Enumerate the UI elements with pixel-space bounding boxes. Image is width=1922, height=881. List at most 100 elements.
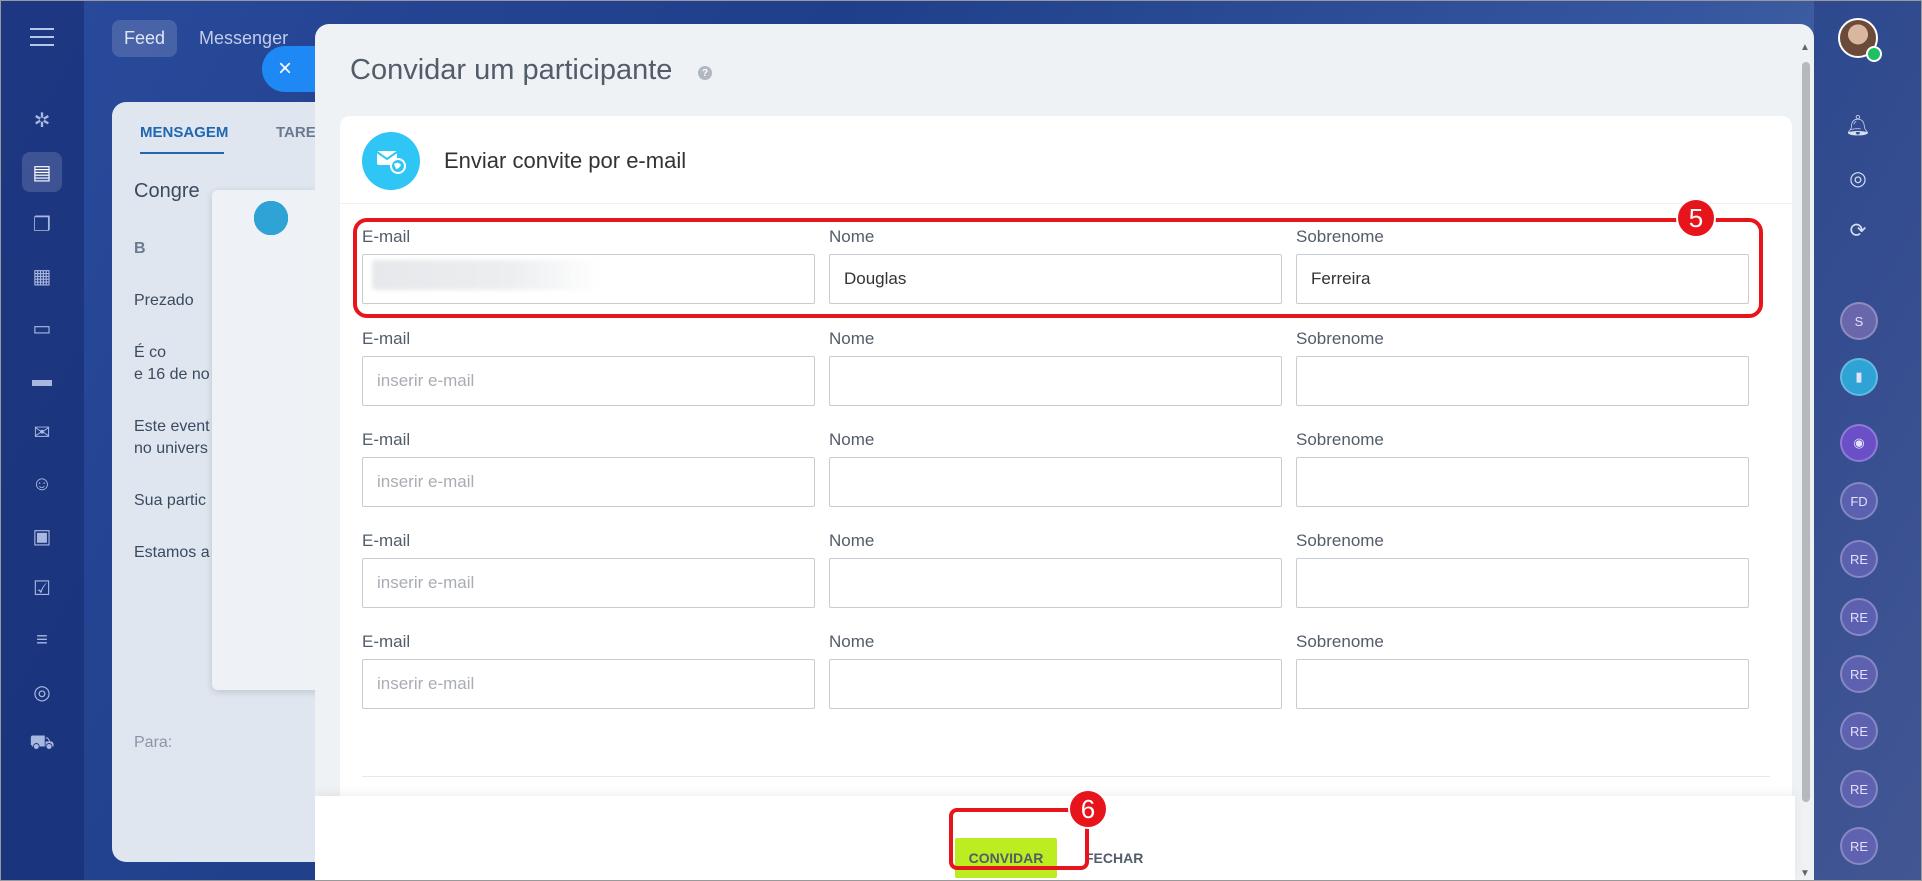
surname-label: Sobrenome bbox=[1296, 632, 1384, 651]
cart-icon[interactable]: ⛟ bbox=[22, 724, 62, 764]
tab-feed[interactable]: Feed bbox=[112, 20, 178, 57]
email-input[interactable] bbox=[362, 457, 815, 507]
mail-icon[interactable]: ✉ bbox=[22, 412, 62, 452]
surname-input[interactable] bbox=[1296, 457, 1749, 507]
calendar-icon[interactable]: ▦ bbox=[22, 256, 62, 296]
puzzle-icon[interactable]: ✲ bbox=[22, 100, 62, 140]
rail-avatar[interactable]: RE bbox=[1840, 827, 1878, 865]
rail-avatar[interactable]: RE bbox=[1840, 655, 1878, 693]
name-field-group: Nome bbox=[829, 328, 1282, 406]
rail-avatar[interactable]: S bbox=[1840, 302, 1878, 340]
chat-icon[interactable]: ❐ bbox=[22, 204, 62, 244]
surname-input[interactable] bbox=[1296, 659, 1749, 709]
email-field-group: E-mail bbox=[362, 631, 815, 709]
surname-label: Sobrenome bbox=[1296, 531, 1384, 550]
rail-avatar[interactable]: RE bbox=[1840, 540, 1878, 578]
post-text-line: e 16 de no bbox=[134, 366, 210, 383]
scroll-up-icon[interactable]: ▲ bbox=[1800, 42, 1810, 53]
background-recipient-dropdown bbox=[212, 190, 322, 690]
email-label: E-mail bbox=[362, 632, 411, 651]
section-title: Enviar convite por e-mail bbox=[444, 148, 687, 173]
target-icon[interactable]: ◎ bbox=[1840, 160, 1876, 196]
name-field-group: Nome bbox=[829, 530, 1282, 608]
tasks-icon[interactable]: ☑ bbox=[22, 568, 62, 608]
rail-avatar[interactable]: FD bbox=[1840, 482, 1878, 520]
rail-avatar[interactable]: RE bbox=[1840, 770, 1878, 808]
post-text-line: Prezado bbox=[134, 292, 194, 309]
name-input[interactable] bbox=[829, 457, 1282, 507]
email-globe-icon bbox=[362, 132, 420, 190]
bell-icon[interactable]: 🔔︎ bbox=[1840, 107, 1876, 143]
online-status-icon bbox=[1866, 46, 1882, 62]
copilot-icon[interactable]: ◉ bbox=[1840, 424, 1878, 462]
surname-input[interactable] bbox=[1296, 356, 1749, 406]
left-navigation: ✲ ▤ ❐ ▦ ▭ ▬ ✉ ☺ ▣ ☑ ≡ ◎ ⛟ bbox=[0, 0, 84, 881]
feed-icon[interactable]: ▤ bbox=[22, 152, 62, 192]
surname-field-group: Sobrenome bbox=[1296, 328, 1749, 406]
post-text-line: Este event bbox=[134, 418, 210, 435]
name-label: Nome bbox=[829, 632, 875, 651]
email-input[interactable] bbox=[362, 558, 815, 608]
invite-row: E-mail Nome Sobrenome bbox=[362, 429, 1752, 519]
department-avatar bbox=[254, 200, 288, 235]
bold-format: B bbox=[134, 240, 146, 257]
document-icon[interactable]: ▭ bbox=[22, 308, 62, 348]
invite-row: E-mail Nome Sobrenome bbox=[362, 328, 1752, 418]
email-input[interactable] bbox=[362, 659, 815, 709]
name-label: Nome bbox=[829, 531, 875, 550]
post-text-line: Estamos a bbox=[134, 544, 210, 561]
post-text-line: no univers bbox=[134, 440, 208, 457]
name-label: Nome bbox=[829, 430, 875, 449]
presentation-icon[interactable]: ▣ bbox=[22, 516, 62, 556]
email-label: E-mail bbox=[362, 329, 411, 348]
surname-input[interactable] bbox=[1296, 558, 1749, 608]
email-field-group: E-mail bbox=[362, 530, 815, 608]
bookmark-icon[interactable]: ▮ bbox=[1840, 358, 1878, 396]
name-input[interactable] bbox=[829, 558, 1282, 608]
target-icon[interactable]: ◎ bbox=[22, 672, 62, 712]
email-label: E-mail bbox=[362, 531, 411, 550]
post-title-text: Congre bbox=[134, 180, 200, 202]
step-badge-5: 5 bbox=[1676, 198, 1716, 238]
car-icon[interactable]: ▬ bbox=[22, 360, 62, 400]
name-input[interactable] bbox=[829, 659, 1282, 709]
scrollbar-thumb[interactable] bbox=[1802, 62, 1810, 802]
divider bbox=[362, 776, 1770, 777]
highlight-box-step-6 bbox=[949, 808, 1089, 870]
modal-title: Convidar um participante bbox=[350, 54, 673, 86]
name-field-group: Nome bbox=[829, 631, 1282, 709]
post-text-line: É co bbox=[134, 344, 167, 361]
name-label: Nome bbox=[829, 329, 875, 348]
name-field-group: Nome bbox=[829, 429, 1282, 507]
filter-icon[interactable]: ≡ bbox=[22, 620, 62, 660]
surname-field-group: Sobrenome bbox=[1296, 631, 1749, 709]
card-header: Enviar convite por e-mail bbox=[340, 116, 1792, 204]
invite-participant-modal: Convidar um participante ? Enviar convit… bbox=[315, 24, 1814, 881]
close-button[interactable]: FECHAR bbox=[1085, 838, 1143, 878]
active-tab-underline bbox=[140, 152, 224, 154]
rail-avatar[interactable]: RE bbox=[1840, 712, 1878, 750]
email-input[interactable] bbox=[362, 356, 815, 406]
email-label: E-mail bbox=[362, 430, 411, 449]
scroll-down-icon[interactable]: ▼ bbox=[1800, 868, 1810, 879]
close-slider-button[interactable]: × bbox=[262, 46, 322, 92]
tab-message[interactable]: MENSAGEM bbox=[140, 124, 228, 141]
help-icon[interactable]: ? bbox=[698, 66, 712, 80]
post-text-line: Sua partic bbox=[134, 492, 207, 509]
close-icon: × bbox=[278, 55, 293, 82]
email-field-group: E-mail bbox=[362, 328, 815, 406]
recipients-label: Para: bbox=[134, 734, 173, 751]
invite-row: E-mail Nome Sobrenome bbox=[362, 631, 1752, 721]
step-badge-6: 6 bbox=[1068, 789, 1108, 829]
surname-field-group: Sobrenome bbox=[1296, 530, 1749, 608]
rail-avatar[interactable]: RE bbox=[1840, 598, 1878, 636]
surname-label: Sobrenome bbox=[1296, 329, 1384, 348]
surname-label: Sobrenome bbox=[1296, 430, 1384, 449]
menu-icon[interactable] bbox=[30, 28, 54, 46]
highlight-box-step-5 bbox=[353, 218, 1763, 318]
email-field-group: E-mail bbox=[362, 429, 815, 507]
scrollbar[interactable]: ▲ ▼ bbox=[1798, 32, 1812, 881]
contacts-icon[interactable]: ☺ bbox=[22, 464, 62, 504]
name-input[interactable] bbox=[829, 356, 1282, 406]
sync-icon[interactable]: ⟳ bbox=[1840, 212, 1876, 248]
